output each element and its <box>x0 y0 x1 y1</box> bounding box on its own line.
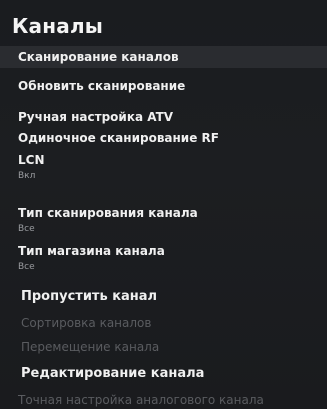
menu-item-edit-channel[interactable]: Редактирование канала <box>0 366 327 381</box>
menu-item-channel-store-type[interactable]: Тип магазина канала Все <box>0 244 327 272</box>
menu-item-move-channel: Перемещение канала <box>0 340 327 354</box>
menu-item-label: Пропустить канал <box>21 289 158 304</box>
menu-item-label: Одиночное сканирование RF <box>18 131 219 145</box>
menu-item-label: Сортировка каналов <box>21 316 152 330</box>
menu-item-value: Вкл <box>18 171 36 181</box>
channels-menu-panel: Каналы Сканирование каналов Обновить ска… <box>0 0 327 409</box>
menu-item-label: Ручная настройка ATV <box>18 110 174 124</box>
menu-item-channel-scan-type[interactable]: Тип сканирования канала Все <box>0 206 327 234</box>
menu-item-analog-fine-tune: Точная настройка аналогового канала <box>0 393 327 407</box>
menu-item-label: Сканирование каналов <box>18 50 179 64</box>
menu-item-lcn[interactable]: LCN Вкл <box>0 153 327 181</box>
menu-item-label: Точная настройка аналогового канала <box>18 393 264 407</box>
menu-item-label: Редактирование канала <box>21 366 205 381</box>
page-title: Каналы <box>12 14 104 38</box>
menu-item-manual-atv-tuning[interactable]: Ручная настройка ATV <box>0 110 327 124</box>
menu-item-label: Тип сканирования канала <box>18 206 198 220</box>
menu-item-channel-scan[interactable]: Сканирование каналов <box>0 46 327 68</box>
menu-item-label: Обновить сканирование <box>18 79 186 93</box>
menu-item-update-scan[interactable]: Обновить сканирование <box>0 79 327 93</box>
menu-item-value: Все <box>18 262 35 272</box>
menu-item-sort-channels: Сортировка каналов <box>0 316 327 330</box>
menu-item-label: Тип магазина канала <box>18 244 165 258</box>
menu-item-label: Перемещение канала <box>21 340 160 354</box>
menu-item-label: LCN <box>18 153 45 167</box>
menu-item-single-rf-scan[interactable]: Одиночное сканирование RF <box>0 131 327 145</box>
menu-item-value: Все <box>18 224 35 234</box>
menu-item-skip-channel[interactable]: Пропустить канал <box>0 289 327 304</box>
